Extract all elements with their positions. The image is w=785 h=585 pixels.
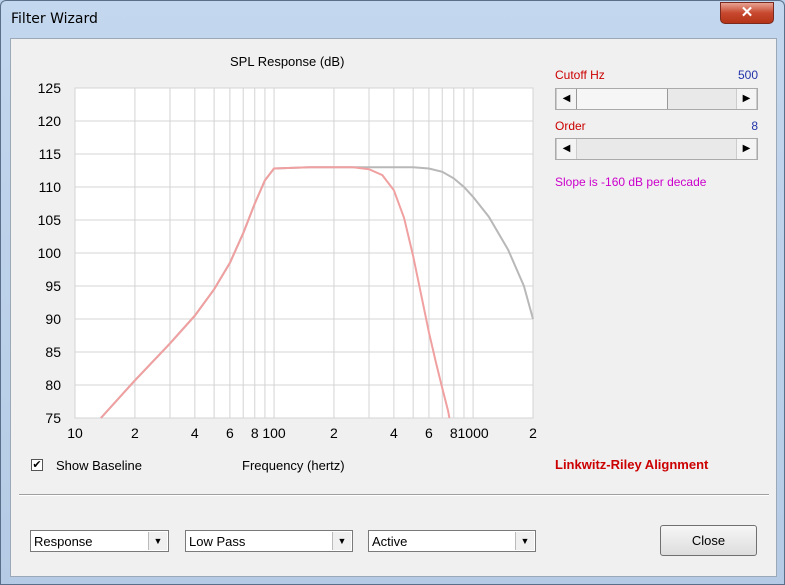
cutoff-label: Cutoff Hz bbox=[555, 68, 605, 82]
show-baseline-checkbox[interactable]: ✔ bbox=[31, 459, 43, 471]
x-tick-label: 4 bbox=[191, 425, 199, 441]
x-tick-label: 100 bbox=[262, 425, 286, 441]
cutoff-slider[interactable]: ◀ ▶ bbox=[555, 88, 758, 110]
show-baseline-label[interactable]: Show Baseline bbox=[56, 458, 142, 473]
x-tick-label: 10 bbox=[67, 425, 83, 441]
filter-type-value: Low Pass bbox=[189, 534, 246, 549]
y-tick-label: 80 bbox=[45, 377, 61, 393]
alignment-text: Linkwitz-Riley Alignment bbox=[555, 457, 709, 472]
y-tick-label: 100 bbox=[38, 245, 62, 261]
x-tick-label: 1000 bbox=[458, 425, 489, 441]
view-select-value: Response bbox=[34, 534, 93, 549]
cutoff-value: 500 bbox=[737, 68, 758, 82]
x-axis-title: Frequency (hertz) bbox=[242, 458, 345, 473]
scroll-right-icon[interactable]: ▶ bbox=[736, 139, 757, 159]
order-label: Order bbox=[555, 119, 586, 133]
x-tick-label: 2 bbox=[330, 425, 338, 441]
chevron-down-icon[interactable]: ▼ bbox=[332, 532, 351, 550]
y-tick-label: 75 bbox=[45, 410, 61, 426]
close-button[interactable]: Close bbox=[660, 525, 757, 556]
scroll-left-icon[interactable]: ◀ bbox=[556, 89, 577, 109]
x-tick-label: 2 bbox=[131, 425, 139, 441]
y-tick-label: 85 bbox=[45, 344, 61, 360]
y-tick-label: 120 bbox=[38, 113, 62, 129]
separator bbox=[19, 494, 769, 496]
filter-mode-value: Active bbox=[372, 534, 408, 549]
order-value: 8 bbox=[751, 119, 758, 133]
scroll-right-icon[interactable]: ▶ bbox=[736, 89, 757, 109]
slope-text: Slope is -160 dB per decade bbox=[555, 175, 707, 189]
checkmark-icon: ✔ bbox=[32, 459, 42, 471]
cutoff-slider-thumb[interactable] bbox=[576, 89, 668, 109]
x-tick-label: 6 bbox=[425, 425, 433, 441]
y-tick-label: 110 bbox=[39, 179, 62, 195]
close-icon: ✕ bbox=[740, 4, 754, 21]
window-close-button[interactable]: ✕ bbox=[720, 2, 774, 24]
y-tick-label: 105 bbox=[38, 212, 62, 228]
scroll-left-icon[interactable]: ◀ bbox=[556, 139, 577, 159]
y-tick-label: 95 bbox=[45, 278, 61, 294]
filter-mode-select[interactable]: Active ▼ bbox=[368, 530, 536, 552]
y-tick-label: 90 bbox=[45, 311, 61, 327]
title-bar: Filter Wizard ✕ bbox=[1, 1, 784, 37]
chevron-down-icon[interactable]: ▼ bbox=[148, 532, 167, 550]
filter-wizard-window: Filter Wizard ✕ SPL Response (dB) 125 120… bbox=[0, 0, 785, 585]
dialog-client-area: SPL Response (dB) 125 120 115 110 105 100 95 90… bbox=[10, 38, 777, 577]
x-tick-label: 4 bbox=[390, 425, 398, 441]
x-tick-label: 6 bbox=[226, 425, 234, 441]
x-tick-label: 8 bbox=[251, 425, 259, 441]
x-tick-label: 2 bbox=[529, 425, 537, 441]
y-tick-label: 115 bbox=[39, 146, 62, 162]
spl-response-chart: 125120115110105100959085807510 2 4 6 8 100 2 4 6… bbox=[38, 80, 537, 441]
order-slider[interactable]: ◀ ▶ bbox=[555, 138, 758, 160]
chevron-down-icon[interactable]: ▼ bbox=[515, 532, 534, 550]
view-select[interactable]: Response ▼ bbox=[30, 530, 169, 552]
y-tick-label: 125 bbox=[38, 80, 62, 96]
window-title: Filter Wizard bbox=[11, 11, 98, 27]
filter-type-select[interactable]: Low Pass ▼ bbox=[185, 530, 353, 552]
